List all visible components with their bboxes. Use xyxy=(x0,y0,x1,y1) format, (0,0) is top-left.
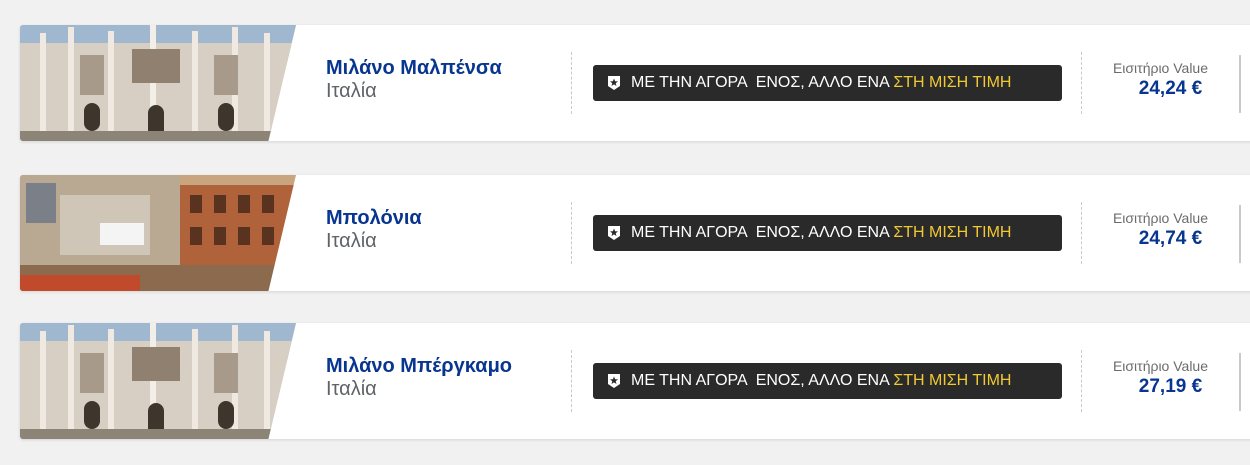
divider xyxy=(1081,202,1082,264)
fare-price: 24,74 € xyxy=(1138,228,1203,249)
destination-info: Μιλάνο Μαλπένσα Ιταλία xyxy=(326,57,566,103)
destination-info: Μιλάνο Μπέργκαμο Ιταλία xyxy=(326,355,566,401)
milan-duomo-photo xyxy=(20,323,296,439)
fare-price-box[interactable]: Εισιτήριο Value 27,19 € xyxy=(1098,357,1223,399)
divider xyxy=(1081,350,1082,412)
destination-name: Μιλάνο Μαλπένσα xyxy=(326,57,502,79)
destination-country: Ιταλία xyxy=(326,80,377,102)
fare-price-box[interactable]: Εισιτήριο Value 24,24 € xyxy=(1098,59,1223,101)
badge-star-icon xyxy=(607,75,621,91)
promo-banner: ΜΕ ΤΗΝ ΑΓΟΡΑ ΕΝΟΣ, ΑΛΛΟ ΕΝΑ ΣΤΗ ΜΙΣΗ ΤΙΜ… xyxy=(593,363,1062,399)
destination-photo xyxy=(20,25,296,141)
promo-highlight: ΣΤΗ ΜΙΣΗ ΤΙΜΗ xyxy=(893,74,1012,91)
destination-photo xyxy=(20,175,296,291)
fare-label: Εισιτήριο Value xyxy=(1112,210,1209,226)
promo-text: ΜΕ ΤΗΝ ΑΓΟΡΑ ΕΝΟΣ, ΑΛΛΟ ΕΝΑ xyxy=(631,74,894,91)
fare-label: Εισιτήριο Value xyxy=(1112,60,1209,76)
destination-name: Μιλάνο Μπέργκαμο xyxy=(326,355,513,377)
fare-label: Εισιτήριο Value xyxy=(1112,358,1209,374)
flight-card-bologna[interactable]: Μπολόνια Ιταλία ΜΕ ΤΗΝ ΑΓΟΡΑ ΕΝΟΣ, ΑΛΛΟ … xyxy=(20,175,1250,291)
destination-info: Μπολόνια Ιταλία xyxy=(326,207,566,253)
flight-results-list: Μιλάνο Μαλπένσα Ιταλία ΜΕ ΤΗΝ ΑΓΟΡΑ ΕΝΟΣ… xyxy=(0,0,1250,465)
card-right-border xyxy=(1239,353,1241,411)
promo-banner: ΜΕ ΤΗΝ ΑΓΟΡΑ ΕΝΟΣ, ΑΛΛΟ ΕΝΑ ΣΤΗ ΜΙΣΗ ΤΙΜ… xyxy=(593,65,1062,101)
fare-price: 24,24 € xyxy=(1138,78,1203,99)
destination-country: Ιταλία xyxy=(326,230,377,252)
promo-text: ΜΕ ΤΗΝ ΑΓΟΡΑ ΕΝΟΣ, ΑΛΛΟ ΕΝΑ xyxy=(631,224,894,241)
flight-card-milan-malpensa[interactable]: Μιλάνο Μαλπένσα Ιταλία ΜΕ ΤΗΝ ΑΓΟΡΑ ΕΝΟΣ… xyxy=(20,25,1250,141)
divider xyxy=(571,350,572,412)
destination-name: Μπολόνια xyxy=(326,207,422,229)
badge-star-icon xyxy=(607,225,621,241)
destination-country: Ιταλία xyxy=(326,378,377,400)
divider xyxy=(1081,52,1082,114)
promo-highlight: ΣΤΗ ΜΙΣΗ ΤΙΜΗ xyxy=(893,372,1012,389)
destination-photo xyxy=(20,323,296,439)
badge-star-icon xyxy=(607,373,621,389)
divider xyxy=(571,202,572,264)
divider xyxy=(571,52,572,114)
fare-price: 27,19 € xyxy=(1138,376,1203,397)
milan-duomo-photo xyxy=(20,25,296,141)
flight-card-milan-bergamo[interactable]: Μιλάνο Μπέργκαμο Ιταλία ΜΕ ΤΗΝ ΑΓΟΡΑ ΕΝΟ… xyxy=(20,323,1250,439)
card-right-border xyxy=(1239,55,1241,113)
promo-banner: ΜΕ ΤΗΝ ΑΓΟΡΑ ΕΝΟΣ, ΑΛΛΟ ΕΝΑ ΣΤΗ ΜΙΣΗ ΤΙΜ… xyxy=(593,215,1062,251)
card-right-border xyxy=(1239,205,1241,263)
bologna-piazza-photo xyxy=(20,175,296,291)
promo-highlight: ΣΤΗ ΜΙΣΗ ΤΙΜΗ xyxy=(893,224,1012,241)
promo-text: ΜΕ ΤΗΝ ΑΓΟΡΑ ΕΝΟΣ, ΑΛΛΟ ΕΝΑ xyxy=(631,372,894,389)
fare-price-box[interactable]: Εισιτήριο Value 24,74 € xyxy=(1098,209,1223,251)
